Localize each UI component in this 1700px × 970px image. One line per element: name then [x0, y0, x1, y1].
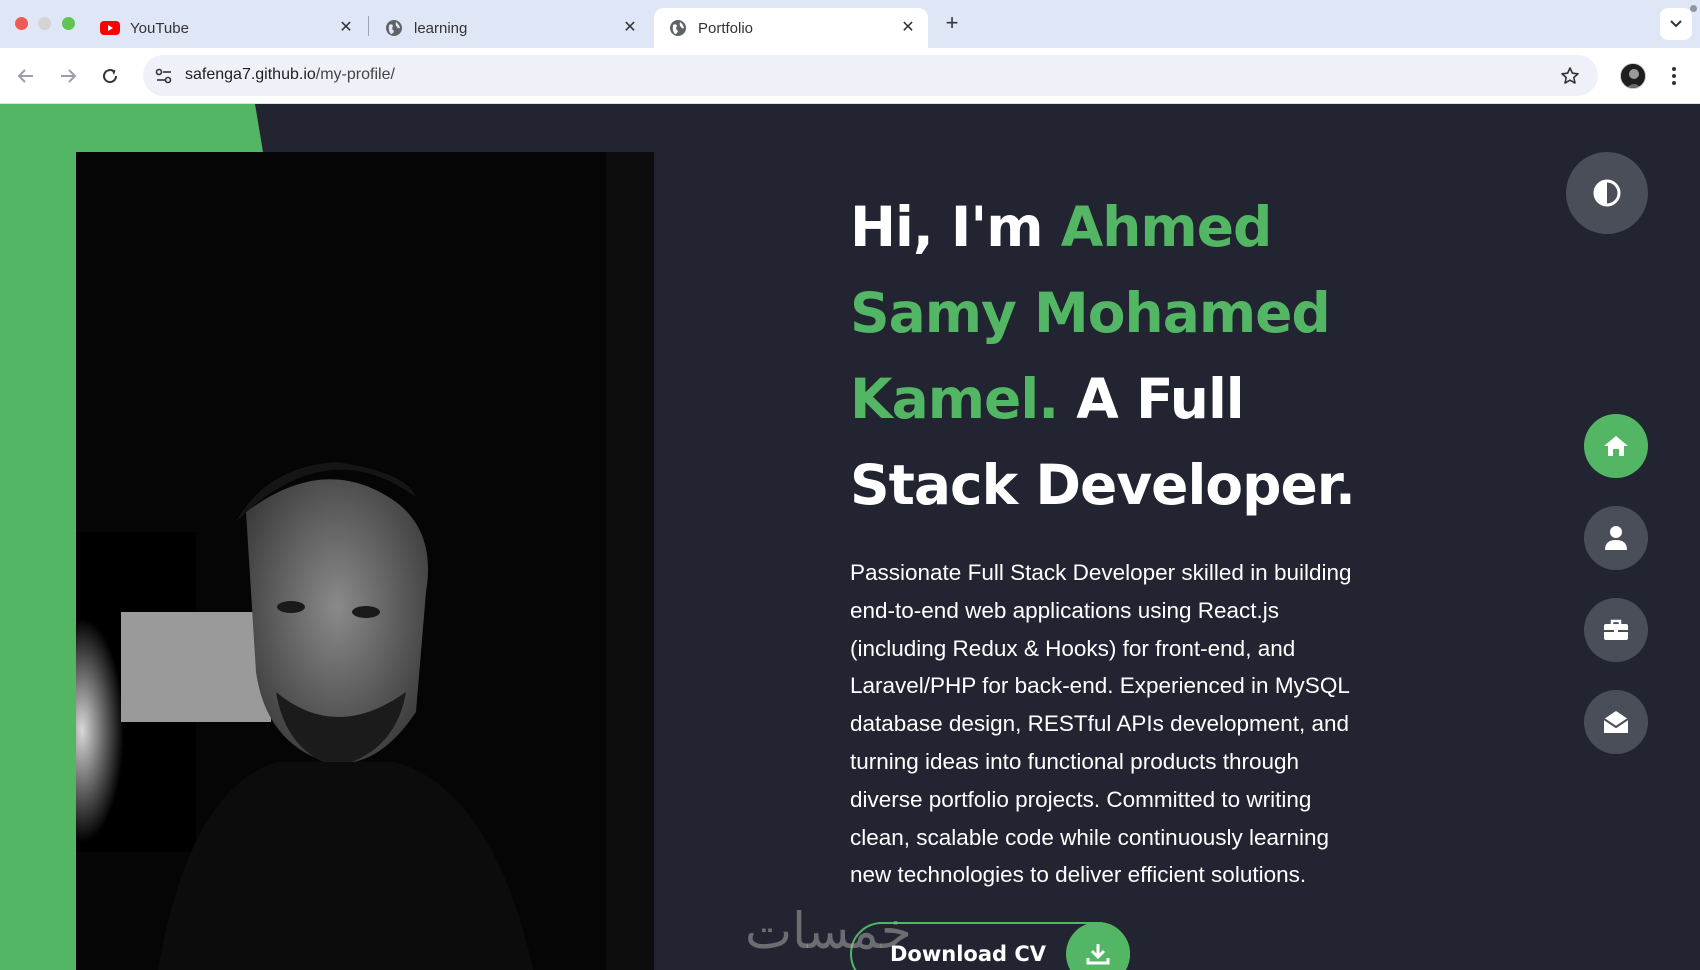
tab-learning[interactable]: learning ✕: [370, 8, 650, 48]
nav-contact-button[interactable]: [1584, 690, 1648, 754]
portfolio-page: Hi, I'm Ahmed Samy Mohamed Kamel. A Full…: [0, 104, 1700, 970]
tab-title: learning: [414, 19, 468, 37]
nav-portfolio-button[interactable]: [1584, 598, 1648, 662]
profile-photo: [76, 152, 654, 970]
profile-avatar[interactable]: [1620, 63, 1646, 89]
theme-toggle-button[interactable]: [1566, 152, 1648, 234]
url-path: /my-profile/: [315, 66, 395, 83]
close-window-button[interactable]: [15, 17, 28, 30]
forward-button[interactable]: [54, 62, 82, 90]
globe-icon: [668, 18, 688, 38]
reload-button[interactable]: [96, 62, 124, 90]
tab-title: Portfolio: [698, 19, 754, 37]
tab-portfolio[interactable]: Portfolio ✕: [654, 8, 928, 48]
nav-home-button[interactable]: [1584, 414, 1648, 478]
hero-greeting: Hi, I'm: [850, 195, 1061, 259]
maximize-window-button[interactable]: [62, 17, 75, 30]
bookmark-star-icon[interactable]: [1558, 64, 1582, 88]
close-tab-icon[interactable]: ✕: [898, 17, 918, 37]
arrow-right-icon: [61, 69, 77, 83]
menu-kebab-icon[interactable]: [1664, 62, 1684, 90]
home-icon: [1604, 436, 1628, 456]
url-domain: safenga7.github.io: [185, 66, 316, 83]
tab-title: YouTube: [130, 19, 189, 37]
close-tab-icon[interactable]: ✕: [620, 17, 640, 37]
globe-icon: [384, 18, 404, 38]
briefcase-icon: [1604, 619, 1628, 640]
browser-tab-bar: YouTube ✕ learning ✕ Portfolio ✕ +: [0, 0, 1700, 48]
download-cv-label: Download CV: [890, 942, 1047, 966]
site-settings-icon[interactable]: [153, 65, 175, 87]
youtube-icon: [100, 18, 120, 38]
user-icon: [1605, 526, 1627, 550]
arrow-left-icon: [17, 69, 33, 83]
download-icon: [1066, 922, 1130, 970]
chevron-down-icon: [1670, 20, 1682, 28]
nav-about-button[interactable]: [1584, 506, 1648, 570]
watermark-logo: خمسات: [745, 902, 912, 960]
contrast-icon: [1593, 179, 1621, 207]
tab-search-button[interactable]: [1660, 8, 1692, 40]
new-tab-button[interactable]: +: [940, 10, 964, 35]
envelope-open-icon: [1603, 711, 1629, 733]
minimize-window-button[interactable]: [38, 17, 51, 30]
hero-heading: Hi, I'm Ahmed Samy Mohamed Kamel. A Full…: [850, 184, 1410, 528]
address-bar[interactable]: safenga7.github.io/my-profile/: [143, 55, 1598, 96]
tab-separator: [368, 16, 369, 36]
tab-youtube[interactable]: YouTube ✕: [86, 8, 366, 48]
hero-description: Passionate Full Stack Developer skilled …: [850, 560, 1352, 888]
reload-icon: [103, 69, 118, 84]
close-tab-icon[interactable]: ✕: [336, 17, 356, 37]
status-dot: [1690, 5, 1697, 12]
browser-toolbar: safenga7.github.io/my-profile/: [0, 48, 1700, 104]
back-button[interactable]: [12, 62, 40, 90]
url-text: safenga7.github.io/my-profile/: [185, 66, 395, 84]
